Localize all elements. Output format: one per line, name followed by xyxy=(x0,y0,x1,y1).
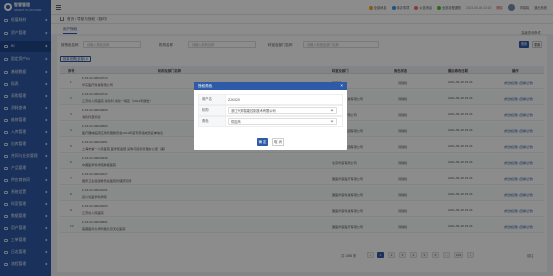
cancel-button[interactable]: 取 消 xyxy=(272,138,284,146)
user-row: 用户名 ZJXX2X xyxy=(198,94,343,105)
chevron-down-icon xyxy=(330,119,334,123)
org-select[interactable]: 浙江兴邦智能控制技术有限公司 xyxy=(228,107,337,114)
assign-role-dialog: 授权角色 × 用户名 ZJXX2X 机构 浙江兴邦智能控制技术有限公司 角色 供… xyxy=(194,82,347,150)
role-select[interactable]: 供应商 xyxy=(228,118,337,125)
chevron-down-icon xyxy=(330,108,334,112)
user-value: ZJXX2X xyxy=(228,98,241,102)
dialog-header: 授权角色 × xyxy=(194,82,347,90)
user-label: 用户名 xyxy=(199,95,226,104)
confirm-button[interactable]: 确 定 xyxy=(257,138,268,146)
org-row: 机构 浙江兴邦智能控制技术有限公司 xyxy=(198,105,343,116)
role-label: 角色 xyxy=(199,117,226,126)
role-row: 角色 供应商 xyxy=(198,116,343,127)
dialog-title: 授权角色 xyxy=(198,84,213,88)
close-icon[interactable]: × xyxy=(340,83,343,88)
org-label: 机构 xyxy=(199,106,226,115)
